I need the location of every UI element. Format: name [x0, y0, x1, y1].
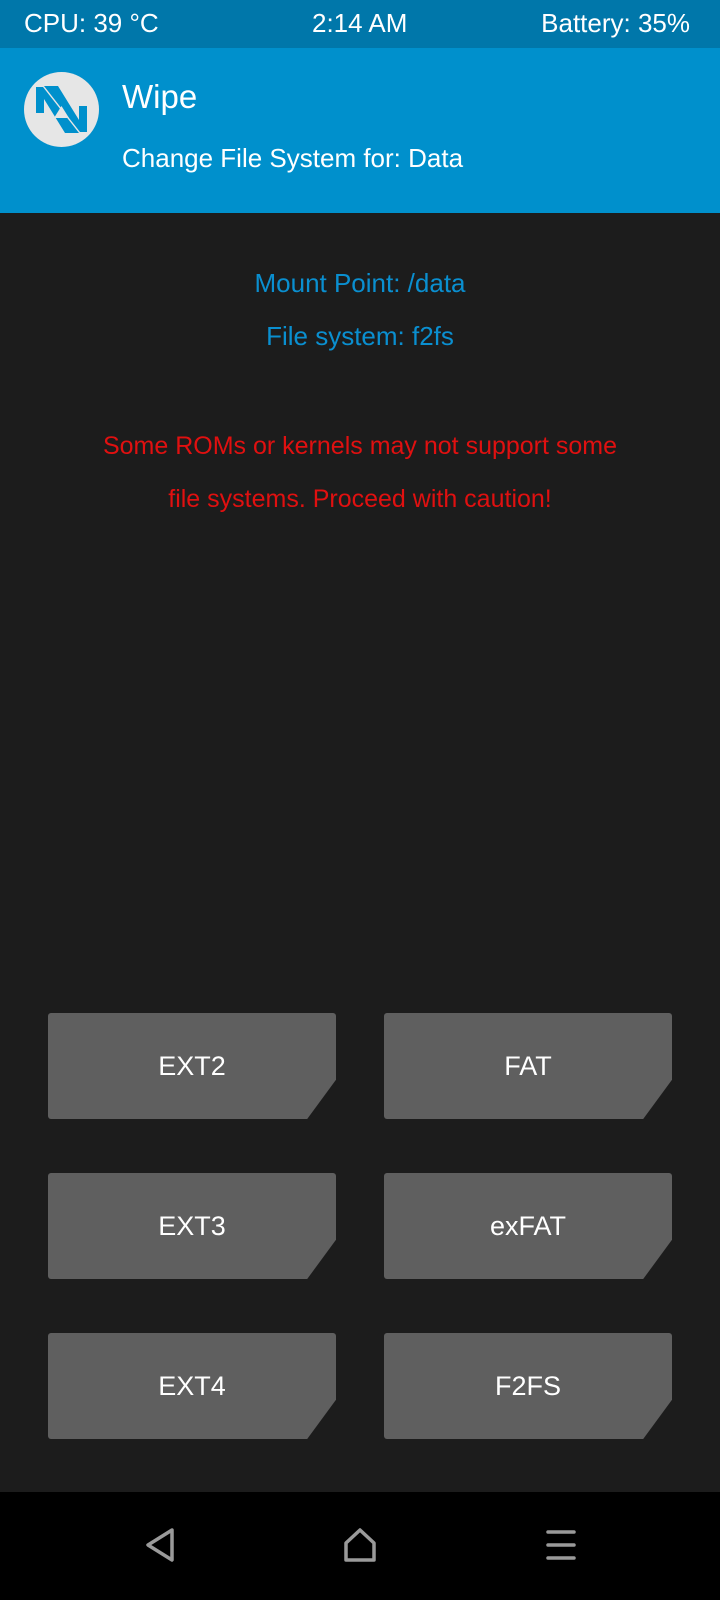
ext4-button[interactable]: EXT4	[48, 1333, 336, 1439]
page-subtitle: Change File System for: Data	[122, 143, 464, 173]
cpu-temperature: CPU: 39 °C	[24, 8, 159, 38]
fat-button[interactable]: FAT	[384, 1013, 672, 1119]
status-bar: CPU: 39 °C 2:14 AM Battery: 35%	[0, 0, 720, 48]
home-icon[interactable]	[335, 1520, 385, 1570]
menu-icon[interactable]	[536, 1520, 586, 1570]
file-system-label: File system: f2fs	[266, 321, 454, 351]
f2fs-button[interactable]: F2FS	[384, 1333, 672, 1439]
warning-line-1: Some ROMs or kernels may not support som…	[102, 432, 618, 460]
clock: 2:14 AM	[312, 8, 408, 38]
twrp-logo-icon	[24, 72, 99, 147]
page-title: Wipe	[122, 78, 198, 115]
navigation-bar	[0, 1492, 720, 1600]
ext2-button[interactable]: EXT2	[48, 1013, 336, 1119]
exfat-button[interactable]: exFAT	[384, 1173, 672, 1279]
header: Wipe Change File System for: Data	[0, 48, 720, 213]
back-triangle-icon[interactable]	[136, 1520, 186, 1570]
mount-point-label: Mount Point: /data	[254, 268, 466, 298]
battery-level: Battery: 35%	[541, 8, 690, 38]
ext3-button[interactable]: EXT3	[48, 1173, 336, 1279]
warning-line-2: file systems. Proceed with caution!	[168, 485, 552, 513]
